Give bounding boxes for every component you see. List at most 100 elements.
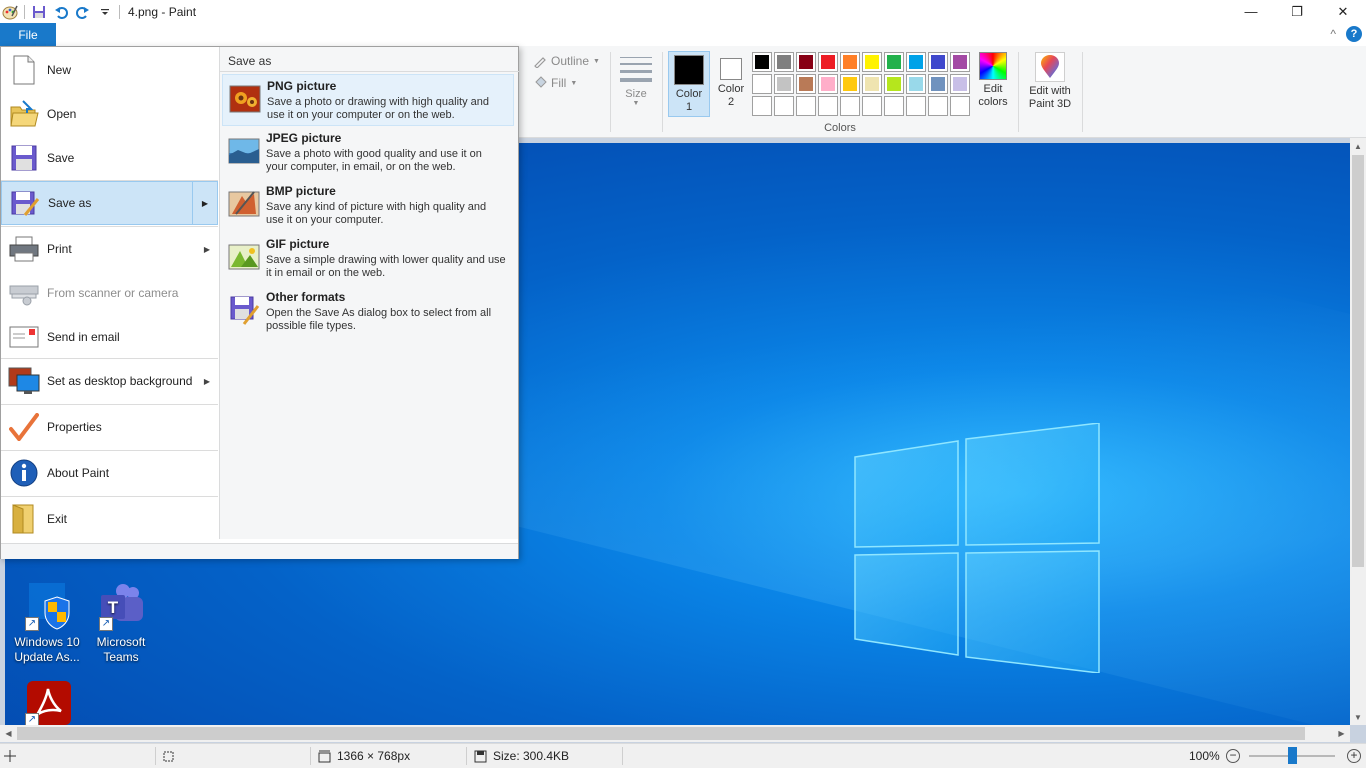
size-button[interactable]: Size ▼ xyxy=(616,52,656,132)
submenu-arrow-icon: ▶ xyxy=(192,182,217,224)
fill-dropdown-icon: ▼ xyxy=(570,79,578,87)
menu-item-send-email[interactable]: Send in email xyxy=(1,315,218,359)
vertical-scroll-thumb[interactable] xyxy=(1352,155,1364,567)
palette-swatch[interactable] xyxy=(796,74,816,94)
menu-item-open[interactable]: Open xyxy=(1,92,218,136)
zoom-in-button[interactable]: + xyxy=(1347,749,1361,763)
palette-swatch[interactable] xyxy=(840,74,860,94)
save-icon[interactable] xyxy=(31,4,47,20)
palette-empty-swatch[interactable] xyxy=(840,96,860,116)
close-button[interactable]: ✕ xyxy=(1320,0,1366,23)
ribbon-right-controls: ^ ? xyxy=(1330,26,1362,42)
save-as-option-description: Open the Save As dialog box to select fr… xyxy=(266,307,492,332)
save-as-submenu-title: Save as xyxy=(228,54,272,68)
save-as-option-title: JPEG picture xyxy=(266,131,342,145)
menu-item-label: Save xyxy=(47,151,75,165)
palette-empty-swatch[interactable] xyxy=(796,96,816,116)
scroll-right-icon[interactable]: ▶ xyxy=(1333,725,1350,742)
restore-button[interactable]: ❐ xyxy=(1274,0,1320,23)
save-as-png-option[interactable]: PNG picture Save a photo or drawing with… xyxy=(222,74,514,126)
edit-with-paint3d-button[interactable]: Edit with Paint 3D xyxy=(1024,52,1076,111)
ribbon-divider xyxy=(610,52,611,132)
desktop-icon-label: Windows 10 Update As... xyxy=(14,635,80,664)
palette-swatch[interactable] xyxy=(818,52,838,72)
save-as-option-title: BMP picture xyxy=(266,184,336,198)
menu-item-set-desktop-background[interactable]: Set as desktop background ▶ xyxy=(1,359,218,403)
outline-dropdown-icon: ▼ xyxy=(593,57,600,65)
palette-swatch[interactable] xyxy=(796,52,816,72)
save-as-gif-option[interactable]: GIF picture Save a simple drawing with l… xyxy=(222,233,514,285)
horizontal-scrollbar[interactable]: ◀ ▶ xyxy=(0,725,1350,742)
palette-swatch[interactable] xyxy=(884,74,904,94)
palette-swatch[interactable] xyxy=(884,52,904,72)
palette-swatch-fill xyxy=(821,55,835,69)
palette-swatch[interactable] xyxy=(840,52,860,72)
submenu-header-divider xyxy=(220,71,519,72)
menu-item-about-paint[interactable]: About Paint xyxy=(1,451,218,495)
outline-button[interactable]: Outline ▼ xyxy=(533,54,600,68)
save-as-jpeg-option[interactable]: JPEG picture Save a photo with good qual… xyxy=(222,127,514,179)
save-as-option-title: GIF picture xyxy=(266,237,330,251)
scroll-left-icon[interactable]: ◀ xyxy=(0,725,17,742)
palette-empty-swatch[interactable] xyxy=(818,96,838,116)
minimize-button[interactable]: — xyxy=(1228,0,1274,23)
edit-colors-button[interactable]: Edit colors xyxy=(975,52,1011,109)
palette-empty-swatch[interactable] xyxy=(862,96,882,116)
zoom-out-button[interactable]: − xyxy=(1226,749,1240,763)
color2-button[interactable]: Color 2 xyxy=(712,51,750,117)
zoom-slider-thumb[interactable] xyxy=(1288,747,1297,764)
undo-icon[interactable] xyxy=(53,4,69,20)
menu-item-exit[interactable]: Exit xyxy=(1,497,218,541)
palette-swatch-fill xyxy=(887,99,901,113)
desktop-icon-microsoft-teams[interactable]: T ↗ Microsoft Teams xyxy=(81,583,161,665)
scroll-up-icon[interactable]: ▲ xyxy=(1350,138,1366,154)
paint-app-icon[interactable] xyxy=(2,4,18,20)
color1-button[interactable]: Color 1 xyxy=(668,51,710,117)
palette-empty-swatch[interactable] xyxy=(906,96,926,116)
palette-swatch-fill xyxy=(799,55,813,69)
palette-swatch[interactable] xyxy=(862,74,882,94)
palette-swatch-fill xyxy=(755,77,769,91)
palette-swatch[interactable] xyxy=(950,52,970,72)
menu-item-new[interactable]: New xyxy=(1,48,218,92)
palette-swatch[interactable] xyxy=(818,74,838,94)
palette-swatch[interactable] xyxy=(928,74,948,94)
vertical-scrollbar[interactable]: ▲ ▼ xyxy=(1350,138,1366,725)
file-tab[interactable]: File xyxy=(0,23,56,46)
horizontal-scroll-thumb[interactable] xyxy=(17,727,1305,740)
scroll-down-icon[interactable]: ▼ xyxy=(1350,709,1366,725)
collapse-ribbon-icon[interactable]: ^ xyxy=(1330,27,1336,41)
palette-swatch[interactable] xyxy=(774,74,794,94)
menu-item-save[interactable]: Save xyxy=(1,136,218,180)
window-title: 4.png - Paint xyxy=(128,4,197,19)
edit-3d-label: Edit with Paint 3D xyxy=(1028,85,1072,110)
desktop-icon-windows-update[interactable]: ↗ Windows 10 Update As... xyxy=(7,583,87,665)
palette-swatch[interactable] xyxy=(862,52,882,72)
palette-swatch[interactable] xyxy=(774,52,794,72)
palette-swatch[interactable] xyxy=(928,52,948,72)
palette-empty-swatch[interactable] xyxy=(774,96,794,116)
desktop-icon-acrobat[interactable]: ↗ xyxy=(7,679,87,726)
help-icon[interactable]: ? xyxy=(1346,26,1362,42)
palette-empty-swatch[interactable] xyxy=(928,96,948,116)
save-as-other-formats-option[interactable]: Other formats Open the Save As dialog bo… xyxy=(222,286,514,338)
palette-swatch[interactable] xyxy=(906,52,926,72)
menu-item-properties[interactable]: Properties xyxy=(1,405,218,449)
palette-swatch[interactable] xyxy=(950,74,970,94)
png-picture-icon xyxy=(229,85,261,113)
palette-empty-swatch[interactable] xyxy=(950,96,970,116)
menu-item-save-as[interactable]: Save as ▶ xyxy=(1,181,218,225)
fill-button[interactable]: Fill ▼ xyxy=(533,76,577,90)
palette-swatch-fill xyxy=(909,55,923,69)
customize-qat-icon[interactable] xyxy=(97,4,113,20)
menu-item-print[interactable]: Print ▶ xyxy=(1,227,218,271)
palette-empty-swatch[interactable] xyxy=(752,96,772,116)
palette-empty-swatch[interactable] xyxy=(884,96,904,116)
palette-swatch[interactable] xyxy=(752,74,772,94)
palette-swatch[interactable] xyxy=(906,74,926,94)
qat-separator xyxy=(24,4,25,19)
save-as-bmp-option[interactable]: BMP picture Save any kind of picture wit… xyxy=(222,180,514,232)
palette-swatch[interactable] xyxy=(752,52,772,72)
redo-icon[interactable] xyxy=(75,4,91,20)
file-menu: New Open Save Save as ▶ Print ▶ From sca… xyxy=(0,46,519,559)
